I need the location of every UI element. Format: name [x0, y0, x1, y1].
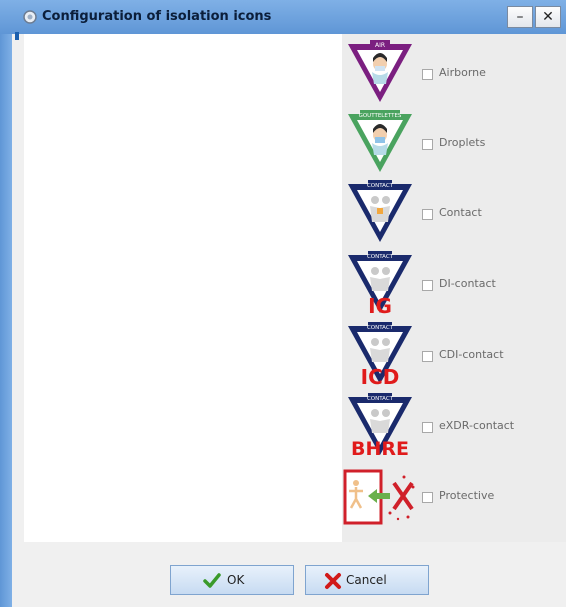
- exdr-contact-checkbox[interactable]: [422, 422, 433, 433]
- isolation-config-window: Configuration of isolation icons – ✕ AIR…: [0, 0, 566, 607]
- isolation-row-di-contact: CONTACT IG DI-contact: [342, 249, 566, 317]
- gear-icon: [23, 10, 37, 24]
- bhre-overlay-text: BHRE: [351, 438, 409, 459]
- text-cursor-marker: [15, 32, 19, 40]
- title-bar[interactable]: Configuration of isolation icons – ✕: [0, 0, 566, 34]
- protective-isolation-icon: [343, 469, 415, 525]
- ok-button-label: OK: [227, 573, 245, 587]
- contact-checkbox[interactable]: [422, 209, 433, 220]
- ig-overlay-text: IG: [368, 294, 392, 317]
- contact-label: Contact: [439, 206, 482, 219]
- airborne-isolation-icon: AIR: [348, 40, 412, 102]
- contact-banner: CONTACT: [367, 183, 394, 189]
- di-contact-checkbox[interactable]: [422, 280, 433, 291]
- exdr-contact-banner: CONTACT: [367, 396, 394, 402]
- droplets-isolation-icon: GOUTTELETTES: [348, 110, 412, 172]
- di-contact-label: DI-contact: [439, 277, 496, 290]
- di-contact-banner: CONTACT: [367, 254, 394, 260]
- cancel-x-icon: [325, 573, 341, 589]
- checkmark-icon: [203, 573, 221, 588]
- isolation-row-cdi-contact: CONTACT ICD CDI-contact: [342, 320, 566, 388]
- isolation-row-droplets: GOUTTELETTES Droplets: [342, 108, 566, 176]
- di-contact-isolation-icon: CONTACT IG: [348, 251, 412, 317]
- airborne-label: Airborne: [439, 66, 486, 79]
- droplets-banner: GOUTTELETTES: [359, 113, 402, 119]
- exdr-contact-isolation-icon: CONTACT BHRE: [348, 393, 412, 459]
- icd-overlay-text: ICD: [361, 365, 400, 388]
- airborne-banner: AIR: [375, 42, 385, 49]
- minimize-button[interactable]: –: [507, 6, 533, 28]
- cdi-contact-label: CDI-contact: [439, 348, 504, 361]
- ok-button[interactable]: OK: [170, 565, 294, 595]
- window-title: Configuration of isolation icons: [42, 9, 272, 24]
- empty-content-area: [24, 34, 342, 542]
- isolation-row-protective: Protective: [342, 461, 566, 529]
- cdi-contact-banner: CONTACT: [367, 325, 394, 331]
- contact-isolation-icon: CONTACT: [348, 180, 412, 242]
- cdi-contact-isolation-icon: CONTACT ICD: [348, 322, 412, 388]
- droplets-label: Droplets: [439, 136, 486, 149]
- protective-label: Protective: [439, 489, 495, 502]
- cancel-button[interactable]: Cancel: [305, 565, 429, 595]
- cdi-contact-checkbox[interactable]: [422, 351, 433, 362]
- isolation-row-airborne: AIR Airborne: [342, 38, 566, 106]
- droplets-checkbox[interactable]: [422, 139, 433, 150]
- exdr-contact-label: eXDR-contact: [439, 419, 515, 432]
- isolation-row-exdr-contact: CONTACT BHRE eXDR-contact: [342, 391, 566, 459]
- window-left-border: [0, 34, 12, 607]
- cancel-button-label: Cancel: [346, 573, 387, 587]
- isolation-row-contact: CONTACT Contact: [342, 178, 566, 246]
- protective-checkbox[interactable]: [422, 492, 433, 503]
- close-button[interactable]: ✕: [535, 6, 561, 28]
- airborne-checkbox[interactable]: [422, 69, 433, 80]
